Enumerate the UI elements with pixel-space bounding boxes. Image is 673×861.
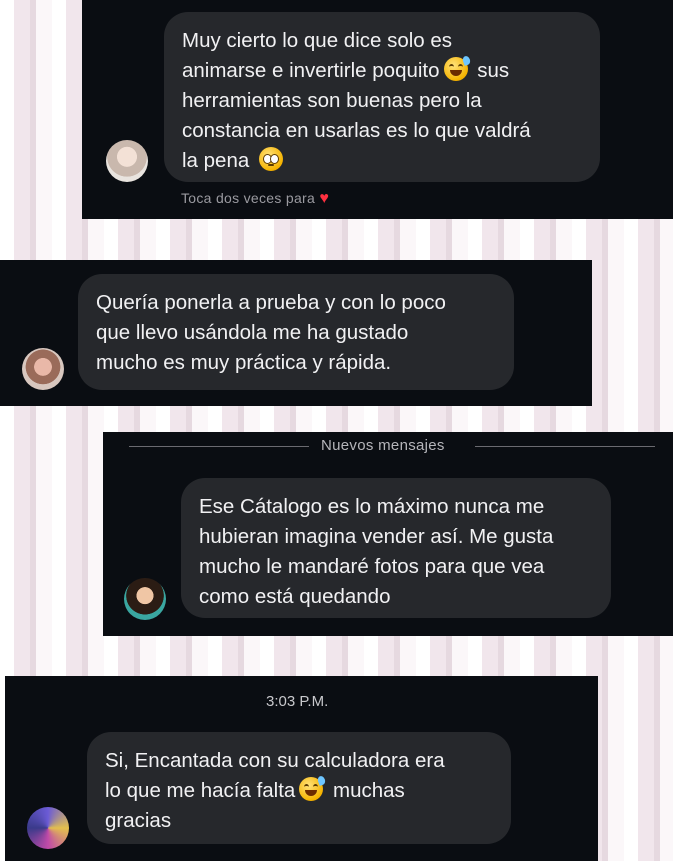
avatar[interactable] bbox=[106, 140, 148, 182]
pleading-face-emoji-icon bbox=[258, 147, 283, 171]
avatar[interactable] bbox=[124, 578, 166, 620]
reaction-hint: Toca dos veces para ♥ bbox=[181, 190, 330, 207]
message-bubble[interactable]: Quería ponerla a prueba y con lo poco qu… bbox=[78, 274, 514, 390]
message-timestamp: 3:03 P.M. bbox=[266, 693, 329, 710]
message-text: Muy cierto lo que dice solo es animarse … bbox=[182, 29, 453, 82]
chat-screenshot-3: Nuevos mensajes Ese Cátalogo es lo máxim… bbox=[103, 432, 673, 636]
new-messages-divider: Nuevos mensajes bbox=[321, 437, 445, 454]
avatar[interactable] bbox=[22, 348, 64, 390]
chat-screenshot-1: Muy cierto lo que dice solo es animarse … bbox=[82, 0, 673, 219]
grinning-sweat-emoji-icon bbox=[299, 775, 327, 801]
heart-icon[interactable]: ♥ bbox=[319, 190, 329, 207]
divider-line-right bbox=[475, 446, 655, 447]
avatar[interactable] bbox=[27, 807, 69, 849]
grinning-sweat-emoji-icon bbox=[443, 55, 471, 81]
chat-screenshot-4: 3:03 P.M. Si, Encantada con su calculado… bbox=[5, 676, 598, 861]
message-bubble[interactable]: Si, Encantada con su calculadora era lo … bbox=[87, 732, 511, 844]
chat-screenshot-2: Quería ponerla a prueba y con lo poco qu… bbox=[0, 260, 592, 406]
message-bubble[interactable]: Ese Cátalogo es lo máximo nunca me hubie… bbox=[181, 478, 611, 618]
divider-line-left bbox=[129, 446, 309, 447]
message-bubble[interactable]: Muy cierto lo que dice solo es animarse … bbox=[164, 12, 600, 182]
